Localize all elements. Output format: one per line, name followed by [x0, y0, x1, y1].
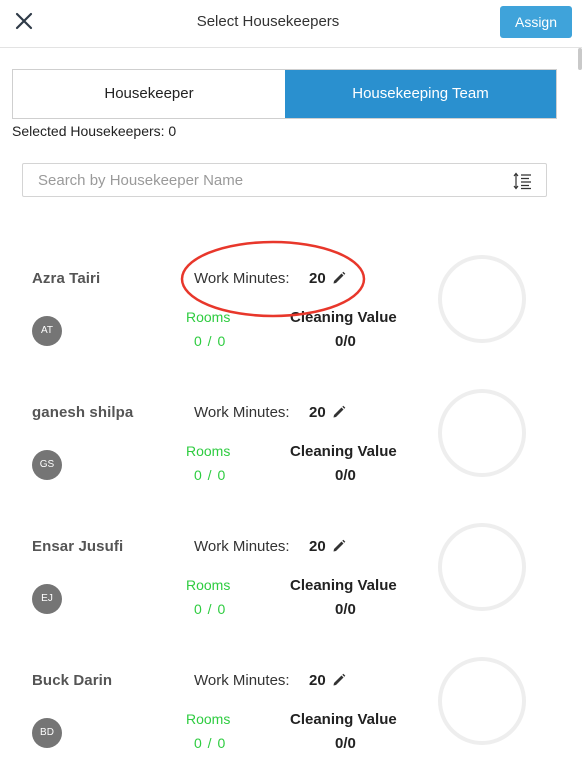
rooms-value: 0 / 0: [194, 735, 227, 751]
work-minutes-value: 20: [309, 270, 326, 287]
rooms-label: Rooms: [186, 577, 231, 593]
pencil-icon[interactable]: [332, 673, 346, 687]
avatar: GS: [32, 450, 62, 480]
rooms-value: 0 / 0: [194, 333, 227, 349]
housekeeper-card[interactable]: Buck Darin BD Work Minutes: 20 Rooms 0 /…: [0, 640, 582, 774]
rooms-label: Rooms: [186, 711, 231, 727]
cleaning-value-label: Cleaning Value: [290, 711, 397, 728]
scrollbar-thumb[interactable]: [578, 48, 582, 70]
housekeeper-card[interactable]: ganesh shilpa GS Work Minutes: 20 Rooms …: [0, 372, 582, 506]
work-minutes-label: Work Minutes:: [194, 538, 290, 555]
pencil-icon[interactable]: [332, 271, 346, 285]
tab-bar: Housekeeper Housekeeping Team: [12, 69, 557, 119]
progress-ring: [438, 657, 526, 745]
search-input[interactable]: [23, 164, 503, 196]
rooms-label: Rooms: [186, 443, 231, 459]
avatar: EJ: [32, 584, 62, 614]
pencil-icon[interactable]: [332, 405, 346, 419]
cleaning-value: 0/0: [335, 601, 356, 618]
selected-housekeepers-count: Selected Housekeepers: 0: [12, 123, 177, 139]
housekeeper-name: Azra Tairi: [32, 270, 101, 287]
work-minutes-value: 20: [309, 538, 326, 555]
tab-housekeeper[interactable]: Housekeeper: [13, 70, 285, 118]
assign-button[interactable]: Assign: [500, 6, 572, 38]
cleaning-value: 0/0: [335, 735, 356, 752]
cleaning-value: 0/0: [335, 467, 356, 484]
rooms-value: 0 / 0: [194, 467, 227, 483]
tab-housekeeping-team[interactable]: Housekeeping Team: [285, 70, 556, 118]
progress-ring: [438, 523, 526, 611]
search-box: [22, 163, 547, 197]
sort-icon[interactable]: [513, 172, 533, 190]
housekeeper-card[interactable]: Ensar Jusufi EJ Work Minutes: 20 Rooms 0…: [0, 506, 582, 640]
rooms-value: 0 / 0: [194, 601, 227, 617]
work-minutes-label: Work Minutes:: [194, 404, 290, 421]
dialog-header: Select Housekeepers Assign: [0, 0, 582, 48]
rooms-label: Rooms: [186, 309, 231, 325]
avatar: AT: [32, 316, 62, 346]
work-minutes-label: Work Minutes:: [194, 270, 290, 287]
housekeeper-name: Ensar Jusufi: [32, 538, 124, 555]
cleaning-value: 0/0: [335, 333, 356, 350]
housekeeper-name: ganesh shilpa: [32, 404, 134, 421]
housekeeper-name: Buck Darin: [32, 672, 113, 689]
housekeeper-card[interactable]: Azra Tairi AT Work Minutes: 20 Rooms 0 /…: [0, 238, 582, 372]
work-minutes-value: 20: [309, 404, 326, 421]
avatar: BD: [32, 718, 62, 748]
work-minutes-value: 20: [309, 672, 326, 689]
cleaning-value-label: Cleaning Value: [290, 309, 397, 326]
cleaning-value-label: Cleaning Value: [290, 577, 397, 594]
pencil-icon[interactable]: [332, 539, 346, 553]
work-minutes-label: Work Minutes:: [194, 672, 290, 689]
dialog-title: Select Housekeepers: [196, 13, 340, 30]
progress-ring: [438, 255, 526, 343]
cleaning-value-label: Cleaning Value: [290, 443, 397, 460]
progress-ring: [438, 389, 526, 477]
